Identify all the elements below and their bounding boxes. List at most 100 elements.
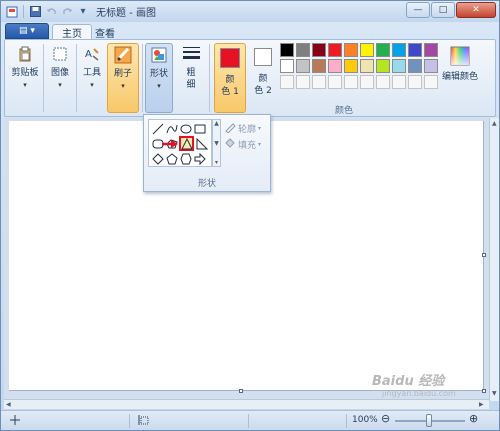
palette-color-swatch[interactable] <box>344 43 358 57</box>
palette-color-swatch[interactable] <box>408 43 422 57</box>
palette-color-swatch[interactable] <box>424 59 438 73</box>
color-wheel-icon <box>449 45 471 67</box>
palette-empty-swatch[interactable] <box>312 75 326 89</box>
fill-label: 填充 <box>238 141 257 151</box>
palette-empty-swatch[interactable] <box>280 75 294 89</box>
palette-color-swatch[interactable] <box>376 43 390 57</box>
scroll-right-arrow-icon[interactable]: ▶ <box>479 401 484 408</box>
palette-color-swatch[interactable] <box>360 43 374 57</box>
outline-option[interactable]: 轮廓 ▾ <box>224 121 261 136</box>
redo-icon[interactable] <box>60 5 74 19</box>
zoom-in-icon[interactable]: ⊕ <box>469 412 478 425</box>
gallery-more-icon[interactable]: ▾ <box>215 159 218 166</box>
palette-color-swatch[interactable] <box>344 59 358 73</box>
palette-empty-swatch[interactable] <box>376 75 390 89</box>
palette-empty-swatch[interactable] <box>360 75 374 89</box>
size-button[interactable]: 粗细 <box>176 43 206 113</box>
palette-color-swatch[interactable] <box>424 43 438 57</box>
app-menu-button[interactable]: ▤ ▾ <box>5 23 49 39</box>
scroll-up-arrow-icon[interactable]: ▲ <box>492 120 497 127</box>
color1-label: 颜色 1 <box>221 75 239 97</box>
cursor-position-icon <box>9 414 21 429</box>
zoom-out-icon[interactable]: ⊖ <box>381 412 390 425</box>
maximize-button[interactable]: □ <box>431 2 455 18</box>
palette-color-swatch[interactable] <box>408 59 422 73</box>
tab-view[interactable]: 查看 <box>86 24 124 40</box>
shapes-dropdown: ▲ ▼ ▾ 轮廓 ▾ 填充 ▾ 形状 <box>143 114 271 192</box>
arrow-right-shape-icon[interactable] <box>193 152 206 165</box>
save-icon[interactable] <box>28 5 42 19</box>
color2-button[interactable]: 颜色 2 <box>248 43 278 113</box>
triangle-shape-icon[interactable] <box>179 136 194 151</box>
quick-access-toolbar: ▾ <box>5 5 90 19</box>
scroll-left-arrow-icon[interactable]: ◀ <box>6 401 11 408</box>
palette-empty-swatch[interactable] <box>296 75 310 89</box>
chevron-down-icon: ▾ <box>258 125 262 132</box>
resize-handle-bottom[interactable] <box>239 389 243 393</box>
palette-color-swatch[interactable] <box>392 59 406 73</box>
oval-shape-icon[interactable] <box>179 122 192 135</box>
image-button[interactable]: 图像 ▾ <box>45 43 75 113</box>
palette-color-swatch[interactable] <box>328 43 342 57</box>
palette-color-swatch[interactable] <box>296 43 310 57</box>
gallery-up-icon[interactable]: ▲ <box>214 120 219 127</box>
hexagon-shape-icon[interactable] <box>179 152 192 165</box>
size-label: 粗细 <box>186 68 196 90</box>
window-controls: — □ ✕ <box>406 2 496 18</box>
resize-handle-corner[interactable] <box>482 389 486 393</box>
edit-colors-button[interactable]: 编辑颜色 <box>440 43 480 113</box>
palette-empty-swatch[interactable] <box>392 75 406 89</box>
pentagon-shape-icon[interactable] <box>165 152 178 165</box>
palette-color-swatch[interactable] <box>312 59 326 73</box>
horizontal-scrollbar[interactable]: ◀ ▶ <box>4 399 489 409</box>
gallery-down-icon[interactable]: ▼ <box>214 140 219 147</box>
palette-color-swatch[interactable] <box>280 43 294 57</box>
diamond-shape-icon[interactable] <box>151 152 164 165</box>
customize-qat-chevron-down-icon[interactable]: ▾ <box>76 5 90 19</box>
title-bar: ▾ 无标题 - 画图 — □ ✕ <box>1 1 499 22</box>
chevron-down-icon: ▾ <box>23 81 27 89</box>
vertical-scrollbar[interactable]: ▲ ▼ <box>489 118 499 401</box>
palette-color-swatch[interactable] <box>376 59 390 73</box>
tools-button[interactable]: A 工具 ▾ <box>78 43 106 113</box>
color2-swatch <box>251 45 275 69</box>
status-bar: 100% ⊖ ⊕ <box>1 410 499 430</box>
shapes-label: 形状 <box>149 69 168 79</box>
line-shape-icon[interactable] <box>151 122 164 135</box>
palette-color-swatch[interactable] <box>296 59 310 73</box>
brushes-button[interactable]: 刷子 ▾ <box>107 43 139 113</box>
rectangle-shape-icon[interactable] <box>193 122 206 135</box>
palette-color-swatch[interactable] <box>280 59 294 73</box>
palette-color-swatch[interactable] <box>360 59 374 73</box>
zoom-slider-thumb[interactable] <box>426 414 432 427</box>
gallery-scroll[interactable]: ▲ ▼ ▾ <box>212 119 221 167</box>
image-label: 图像 <box>50 68 69 78</box>
brushes-label: 刷子 <box>113 69 132 79</box>
resize-handle-right[interactable] <box>482 253 486 257</box>
shapes-gallery <box>148 119 212 167</box>
brush-icon <box>114 46 132 64</box>
curve-shape-icon[interactable] <box>165 122 178 135</box>
palette-empty-swatch[interactable] <box>328 75 342 89</box>
undo-icon[interactable] <box>44 5 58 19</box>
scroll-down-arrow-icon[interactable]: ▼ <box>492 390 497 397</box>
palette-empty-swatch[interactable] <box>424 75 438 89</box>
ribbon: 剪贴板 ▾ 图像 ▾ A 工具 ▾ 刷子 ▾ 形状 ▾ 粗 细 颜 色 1 颜 … <box>4 39 496 117</box>
color2-label: 颜色 2 <box>254 74 272 96</box>
shapes-button[interactable]: 形状 ▾ <box>145 43 173 113</box>
palette-color-swatch[interactable] <box>312 43 326 57</box>
palette-color-swatch[interactable] <box>328 59 342 73</box>
close-button[interactable]: ✕ <box>456 2 496 18</box>
clipboard-label: 剪贴板 <box>11 68 39 78</box>
color1-button[interactable]: 颜色 1 <box>214 43 246 113</box>
minimize-button[interactable]: — <box>406 2 430 18</box>
right-triangle-shape-icon[interactable] <box>195 137 208 150</box>
line-width-icon <box>182 45 200 63</box>
palette-empty-swatch[interactable] <box>408 75 422 89</box>
paint-app-icon[interactable] <box>5 5 19 19</box>
clipboard-button[interactable]: 剪贴板 ▾ <box>8 43 42 113</box>
palette-color-swatch[interactable] <box>392 43 406 57</box>
edit-colors-label: 编辑颜色 <box>441 72 478 82</box>
fill-option[interactable]: 填充 ▾ <box>224 137 261 152</box>
palette-empty-swatch[interactable] <box>344 75 358 89</box>
